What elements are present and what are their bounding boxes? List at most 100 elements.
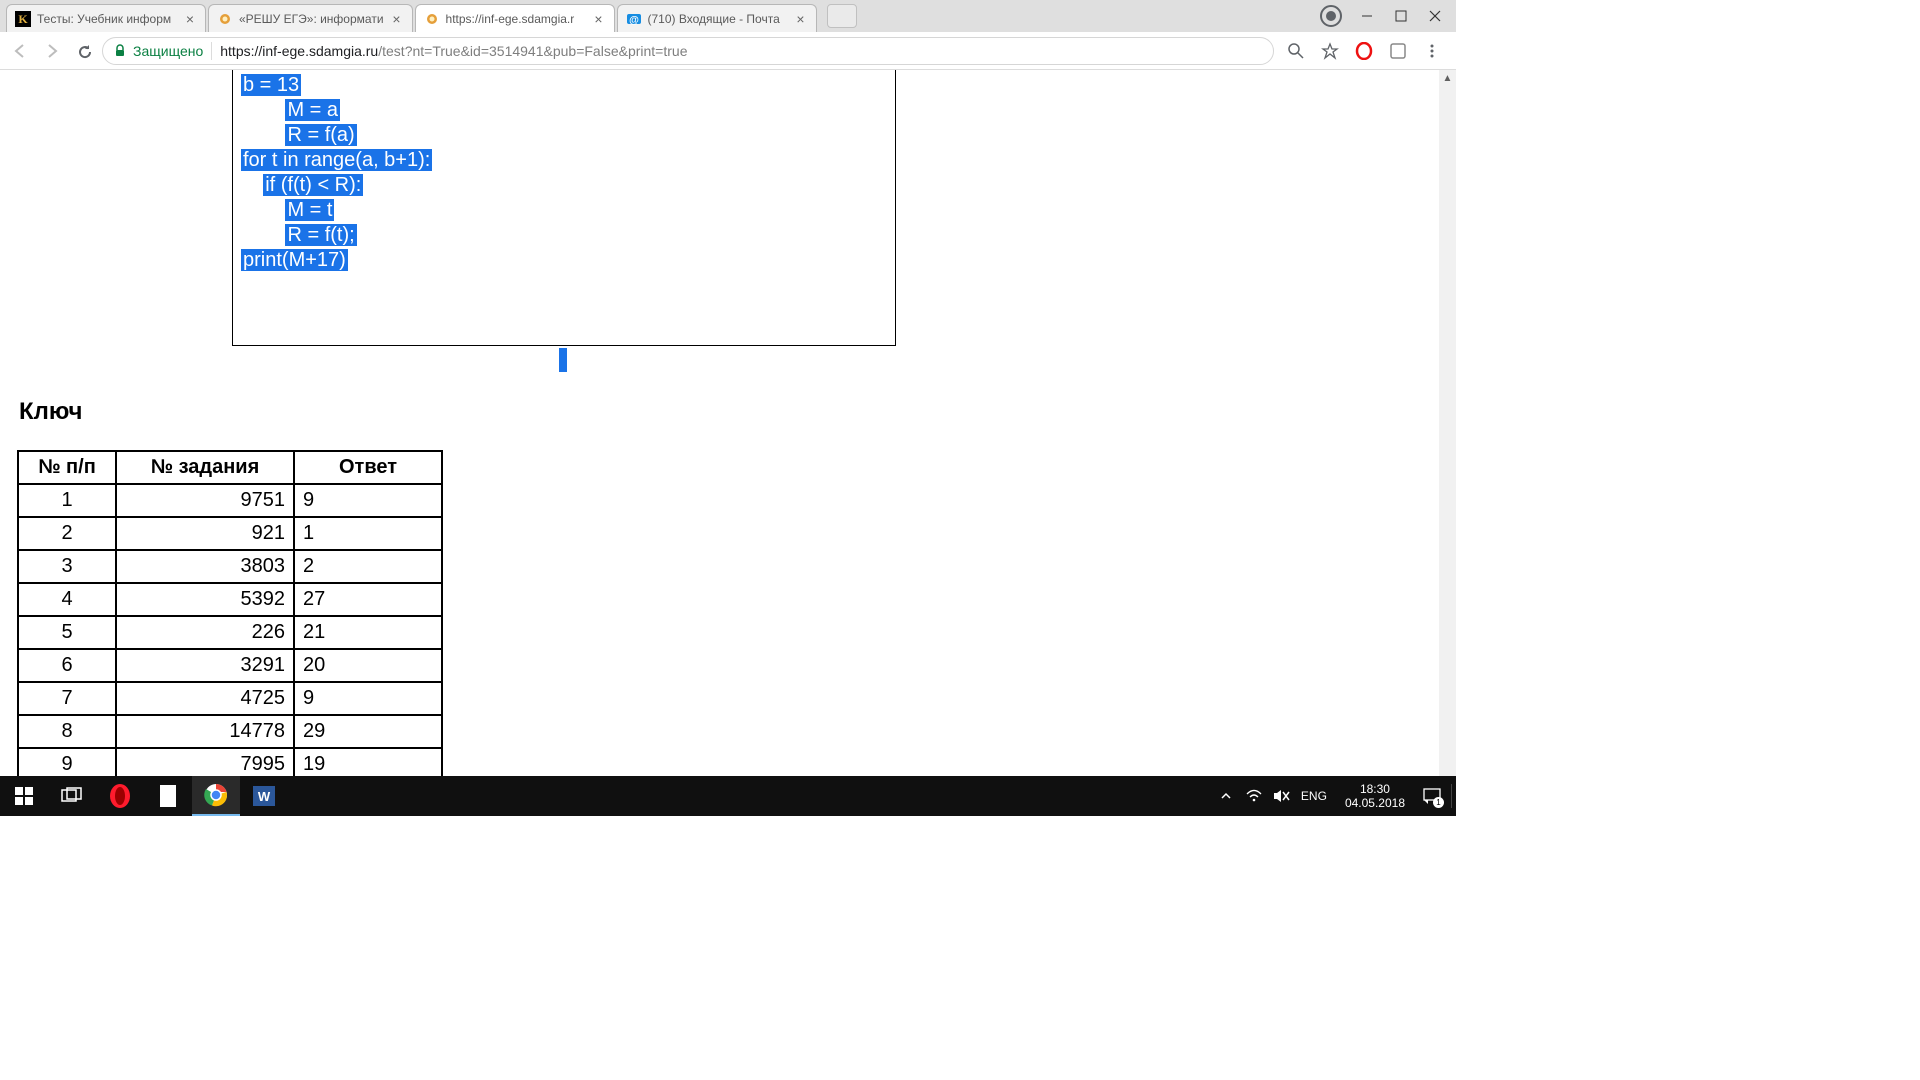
tray-date: 04.05.2018 bbox=[1345, 796, 1405, 810]
close-icon[interactable]: × bbox=[794, 12, 808, 26]
code-line: M = t bbox=[241, 198, 887, 223]
extension-box-icon[interactable] bbox=[1388, 41, 1408, 61]
table-cell: 20 bbox=[294, 649, 442, 682]
code-line: for t in range(a, b+1): bbox=[241, 148, 887, 173]
taskbar-file-icon[interactable] bbox=[144, 776, 192, 816]
back-button[interactable] bbox=[6, 37, 34, 65]
lock-icon bbox=[113, 44, 127, 58]
windows-taskbar: W ENG 18:30 04.05.2018 1 bbox=[0, 776, 1456, 816]
favicon-mail-icon: @ bbox=[626, 11, 642, 27]
table-cell: 9 bbox=[294, 484, 442, 517]
show-desktop-button[interactable] bbox=[1451, 784, 1452, 808]
favicon-k-icon: K bbox=[15, 11, 31, 27]
task-view-button[interactable] bbox=[48, 776, 96, 816]
new-tab-button[interactable] bbox=[827, 4, 857, 28]
scroll-up-arrow-icon[interactable]: ▲ bbox=[1439, 70, 1456, 87]
window-close-icon[interactable] bbox=[1426, 7, 1444, 25]
browser-toolbar: Защищено https://inf-ege.sdamgia.ru/test… bbox=[0, 32, 1456, 70]
table-cell: 9 bbox=[18, 748, 116, 776]
reload-button[interactable] bbox=[70, 37, 98, 65]
maximize-icon[interactable] bbox=[1392, 7, 1410, 25]
tab-2[interactable]: https://inf-ege.sdamgia.r × bbox=[415, 4, 615, 32]
table-cell: 2 bbox=[294, 550, 442, 583]
close-icon[interactable]: × bbox=[390, 12, 404, 26]
svg-text:@: @ bbox=[629, 15, 639, 26]
favicon-sun-icon bbox=[217, 11, 233, 27]
close-icon[interactable]: × bbox=[183, 12, 197, 26]
table-row: 197519 bbox=[18, 484, 442, 517]
table-row: 9799519 bbox=[18, 748, 442, 776]
table-cell: 5 bbox=[18, 616, 116, 649]
code-line: R = f(t); bbox=[241, 223, 887, 248]
vertical-scrollbar[interactable] bbox=[1439, 70, 1456, 776]
tab-title: «РЕШУ ЕГЭ»: информати bbox=[239, 12, 384, 26]
close-icon[interactable]: × bbox=[592, 12, 606, 26]
tab-title: https://inf-ege.sdamgia.r bbox=[446, 12, 586, 26]
address-bar[interactable]: Защищено https://inf-ege.sdamgia.ru/test… bbox=[102, 37, 1274, 65]
minimize-icon[interactable] bbox=[1358, 7, 1376, 25]
bookmark-star-icon[interactable] bbox=[1320, 41, 1340, 61]
toolbar-right bbox=[1278, 41, 1450, 61]
profile-icon[interactable] bbox=[1320, 5, 1342, 27]
table-cell: 4 bbox=[18, 583, 116, 616]
table-row: 4539227 bbox=[18, 583, 442, 616]
tab-0[interactable]: K Тесты: Учебник информ × bbox=[6, 4, 206, 32]
table-cell: 6 bbox=[18, 649, 116, 682]
browser-tabstrip: K Тесты: Учебник информ × «РЕШУ ЕГЭ»: ин… bbox=[0, 0, 1456, 32]
table-cell: 4725 bbox=[116, 682, 294, 715]
tab-1[interactable]: «РЕШУ ЕГЭ»: информати × bbox=[208, 4, 413, 32]
table-cell: 7 bbox=[18, 682, 116, 715]
taskbar-chrome-icon[interactable] bbox=[192, 776, 240, 816]
table-cell: 3291 bbox=[116, 649, 294, 682]
extension-opera-icon[interactable] bbox=[1354, 41, 1374, 61]
favicon-sun-icon bbox=[424, 11, 440, 27]
taskbar-opera-icon[interactable] bbox=[96, 776, 144, 816]
answer-key-table: № п/п № задания Ответ 197519292113380324… bbox=[17, 450, 443, 776]
table-row: 747259 bbox=[18, 682, 442, 715]
url-text: https://inf-ege.sdamgia.ru/test?nt=True&… bbox=[220, 43, 687, 59]
tray-chevron-icon[interactable] bbox=[1217, 787, 1235, 805]
notifications-icon[interactable]: 1 bbox=[1423, 787, 1441, 805]
tray-clock[interactable]: 18:30 04.05.2018 bbox=[1337, 782, 1413, 810]
tab-title: (710) Входящие - Почта bbox=[648, 12, 788, 26]
table-row: 81477829 bbox=[18, 715, 442, 748]
table-row: 6329120 bbox=[18, 649, 442, 682]
volume-muted-icon[interactable] bbox=[1273, 787, 1291, 805]
taskbar-word-icon[interactable]: W bbox=[240, 776, 288, 816]
table-row: 29211 bbox=[18, 517, 442, 550]
table-row: 522621 bbox=[18, 616, 442, 649]
window-controls bbox=[1320, 0, 1456, 32]
start-button[interactable] bbox=[0, 776, 48, 816]
table-cell: 226 bbox=[116, 616, 294, 649]
key-heading: Ключ bbox=[19, 398, 82, 426]
tray-language[interactable]: ENG bbox=[1301, 789, 1327, 803]
forward-button[interactable] bbox=[38, 37, 66, 65]
col-header-task: № задания bbox=[116, 451, 294, 484]
code-line: M = a bbox=[241, 98, 887, 123]
code-line: R = f(a) bbox=[241, 123, 887, 148]
menu-icon[interactable] bbox=[1422, 41, 1442, 61]
table-cell: 3803 bbox=[116, 550, 294, 583]
code-line: if (f(t) < R): bbox=[241, 173, 887, 198]
text-cursor bbox=[559, 348, 567, 372]
tab-3[interactable]: @ (710) Входящие - Почта × bbox=[617, 4, 817, 32]
table-cell: 8 bbox=[18, 715, 116, 748]
table-cell: 3 bbox=[18, 550, 116, 583]
table-cell: 1 bbox=[294, 517, 442, 550]
table-cell: 29 bbox=[294, 715, 442, 748]
secure-label: Защищено bbox=[133, 43, 203, 59]
table-header-row: № п/п № задания Ответ bbox=[18, 451, 442, 484]
tray-time: 18:30 bbox=[1345, 782, 1405, 796]
table-cell: 9 bbox=[294, 682, 442, 715]
code-line: print(M+17) bbox=[241, 248, 887, 273]
col-header-answer: Ответ bbox=[294, 451, 442, 484]
table-cell: 5392 bbox=[116, 583, 294, 616]
table-cell: 921 bbox=[116, 517, 294, 550]
table-cell: 7995 bbox=[116, 748, 294, 776]
zoom-icon[interactable] bbox=[1286, 41, 1306, 61]
wifi-icon[interactable] bbox=[1245, 787, 1263, 805]
svg-text:K: K bbox=[18, 12, 28, 26]
table-cell: 21 bbox=[294, 616, 442, 649]
page-content: b = 13 M = a R = f(a)for t in range(a, b… bbox=[0, 70, 1456, 776]
table-cell: 19 bbox=[294, 748, 442, 776]
